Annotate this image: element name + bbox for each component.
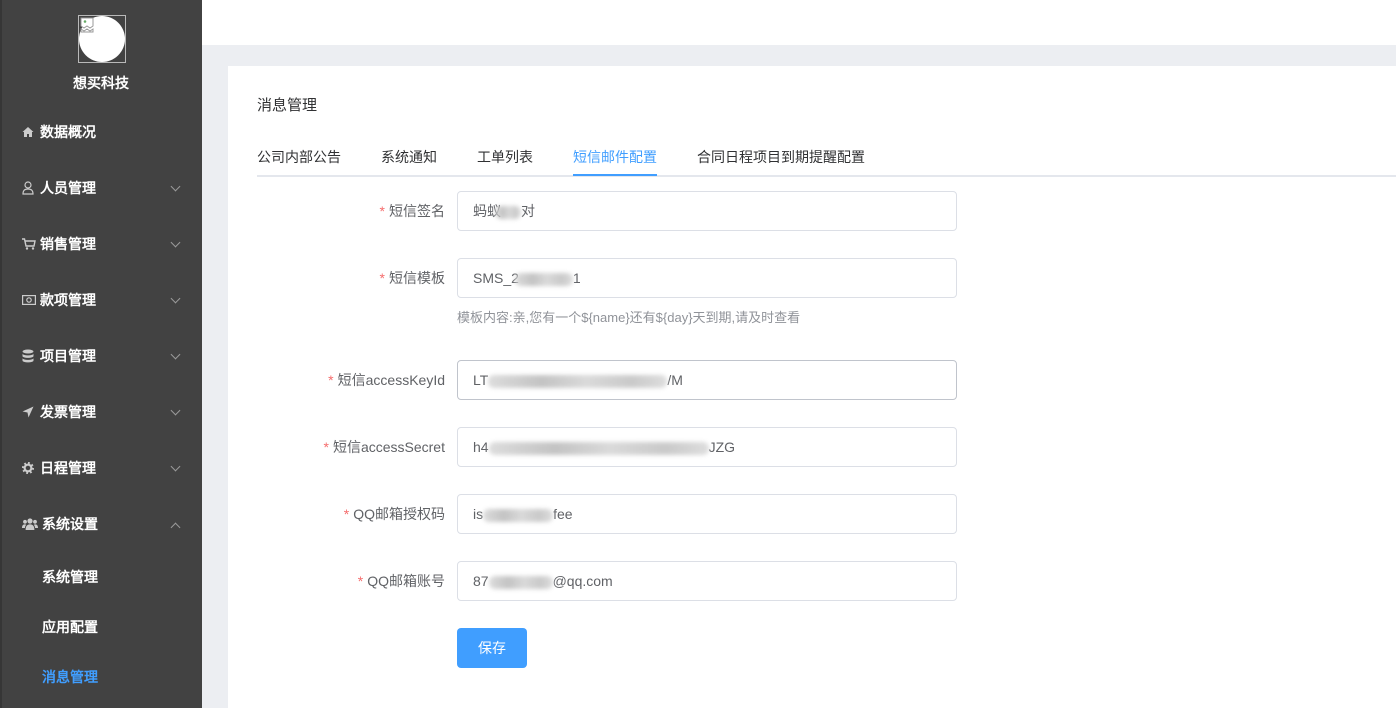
required-mark: * <box>343 506 350 522</box>
blurred-value-mask <box>488 441 709 455</box>
value-visible-start: SMS_2 <box>473 270 519 286</box>
value-visible-end: fee <box>553 506 573 522</box>
paper-plane-icon <box>22 405 34 419</box>
form-label-qq-mail-account: * QQ邮箱账号 <box>257 561 445 601</box>
database-icon <box>22 349 34 363</box>
value-visible-end: @qq.com <box>552 573 613 589</box>
broken-image-icon <box>80 17 94 33</box>
menu-item-label: 人员管理 <box>40 180 96 196</box>
submenu-item-label: 系统管理 <box>42 569 98 585</box>
menu-item-invoices[interactable]: 发票管理 <box>0 384 202 440</box>
chevron-down-icon <box>170 181 181 192</box>
form-label-text: 短信模板 <box>389 270 445 286</box>
chevron-down-icon <box>170 405 181 416</box>
value-visible-start: h4 <box>473 439 489 455</box>
chevron-down-icon <box>170 349 181 360</box>
form-label-text: 短信accessSecret <box>332 439 445 455</box>
menu-item-label: 日程管理 <box>40 460 96 476</box>
menu-item-label: 款项管理 <box>40 292 96 308</box>
page-title: 消息管理 <box>257 97 318 114</box>
menu-item-label: 销售管理 <box>40 236 96 252</box>
tabs-divider <box>257 175 1396 177</box>
menu-item-label: 数据概况 <box>40 124 96 140</box>
form-label-sms-signature: * 短信签名 <box>257 191 445 231</box>
form-label-text: 短信签名 <box>389 203 445 219</box>
company-logo <box>78 15 126 63</box>
tab-system-notifications[interactable]: 系统通知 <box>381 137 437 175</box>
form-label-access-key-id: * 短信accessKeyId <box>257 360 445 400</box>
submenu-item-app-config[interactable]: 应用配置 <box>0 602 202 652</box>
money-icon <box>22 293 36 307</box>
blurred-value-mask <box>488 374 668 388</box>
required-mark: * <box>379 270 385 286</box>
blurred-value-mask <box>483 508 554 522</box>
submenu-item-system-management[interactable]: 系统管理 <box>0 552 202 602</box>
form-label-access-secret: * 短信accessSecret <box>257 427 446 467</box>
gear-icon <box>22 461 34 475</box>
tab-work-orders[interactable]: 工单列表 <box>477 137 533 175</box>
tab-expiry-reminder-config[interactable]: 合同日程项目到期提醒配置 <box>697 137 865 175</box>
blurred-value-mask <box>514 272 573 286</box>
tab-company-announcements[interactable]: 公司内部公告 <box>257 137 341 175</box>
submenu-item-label: 应用配置 <box>42 619 98 635</box>
menu-item-schedule[interactable]: 日程管理 <box>0 440 202 496</box>
value-visible-start: 87 <box>473 573 489 589</box>
blurred-value-mask <box>495 205 521 219</box>
menu-item-sales[interactable]: 销售管理 <box>0 216 202 272</box>
menu-item-projects[interactable]: 项目管理 <box>0 328 202 384</box>
value-visible-end: JZG <box>708 439 736 455</box>
qq-mail-auth-code-field[interactable]: is fee <box>457 494 957 534</box>
tab-sms-email-config[interactable]: 短信邮件配置 <box>573 137 657 175</box>
form-label-text: 短信accessKeyId <box>337 372 445 388</box>
menu-item-label: 项目管理 <box>40 348 96 364</box>
chevron-down-icon <box>170 461 181 472</box>
value-visible-end: /M <box>667 372 683 388</box>
cart-icon <box>22 237 36 251</box>
blurred-value-mask <box>488 575 553 589</box>
menu-item-system-settings[interactable]: 系统设置 <box>0 496 202 552</box>
menu-item-label: 系统设置 <box>42 516 98 532</box>
value-visible-start: is <box>473 506 484 522</box>
menu-item-payments[interactable]: 款项管理 <box>0 272 202 328</box>
users-icon <box>22 517 38 531</box>
home-icon <box>22 125 34 139</box>
active-tab-indicator <box>573 174 657 176</box>
chevron-down-icon <box>170 293 181 304</box>
sms-signature-field[interactable]: 蚂蚁对 <box>457 191 957 231</box>
top-header <box>202 0 1396 45</box>
brand-name: 想买科技 <box>73 75 129 91</box>
sidebar: 想买科技 数据概况 人员管理 销售管理 款项管理 项目管理 发票管理 日程管理 … <box>0 0 202 708</box>
value-visible-end: 1 <box>572 270 581 286</box>
chevron-up-icon <box>170 522 181 533</box>
form-label-sms-template: * 短信模板 <box>257 258 445 298</box>
chevron-down-icon <box>170 237 181 248</box>
form-label-text: QQ邮箱授权码 <box>353 506 445 522</box>
form-label-qq-mail-auth-code: * QQ邮箱授权码 <box>257 494 445 534</box>
user-icon <box>22 181 34 195</box>
sms-template-hint: 模板内容:亲,您有一个${name}还有${day}天到期,请及时查看 <box>457 310 801 325</box>
qq-mail-account-field[interactable]: 87 @qq.com <box>457 561 957 601</box>
submenu-item-label: 消息管理 <box>42 669 98 685</box>
value-visible-end: 对 <box>521 203 535 219</box>
menu-item-personnel[interactable]: 人员管理 <box>0 160 202 216</box>
submenu-item-message-management[interactable]: 消息管理 <box>0 652 202 702</box>
required-mark: * <box>379 203 385 219</box>
save-button[interactable]: 保存 <box>457 628 527 668</box>
value-visible-start: LT <box>473 372 489 388</box>
required-mark: * <box>357 573 364 589</box>
content-card: 消息管理 公司内部公告 系统通知 工单列表 短信邮件配置 合同日程项目到期提醒配… <box>228 66 1396 708</box>
required-mark: * <box>323 439 329 455</box>
required-mark: * <box>328 372 334 388</box>
sms-access-secret-field[interactable]: h4 JZG <box>457 427 957 467</box>
sms-template-field[interactable]: SMS_2 1 <box>457 258 957 298</box>
menu-item-label: 发票管理 <box>40 404 96 420</box>
sms-access-key-id-field[interactable]: LT/M <box>457 360 957 400</box>
menu-item-data-overview[interactable]: 数据概况 <box>0 104 202 160</box>
form-label-text: QQ邮箱账号 <box>367 573 445 589</box>
